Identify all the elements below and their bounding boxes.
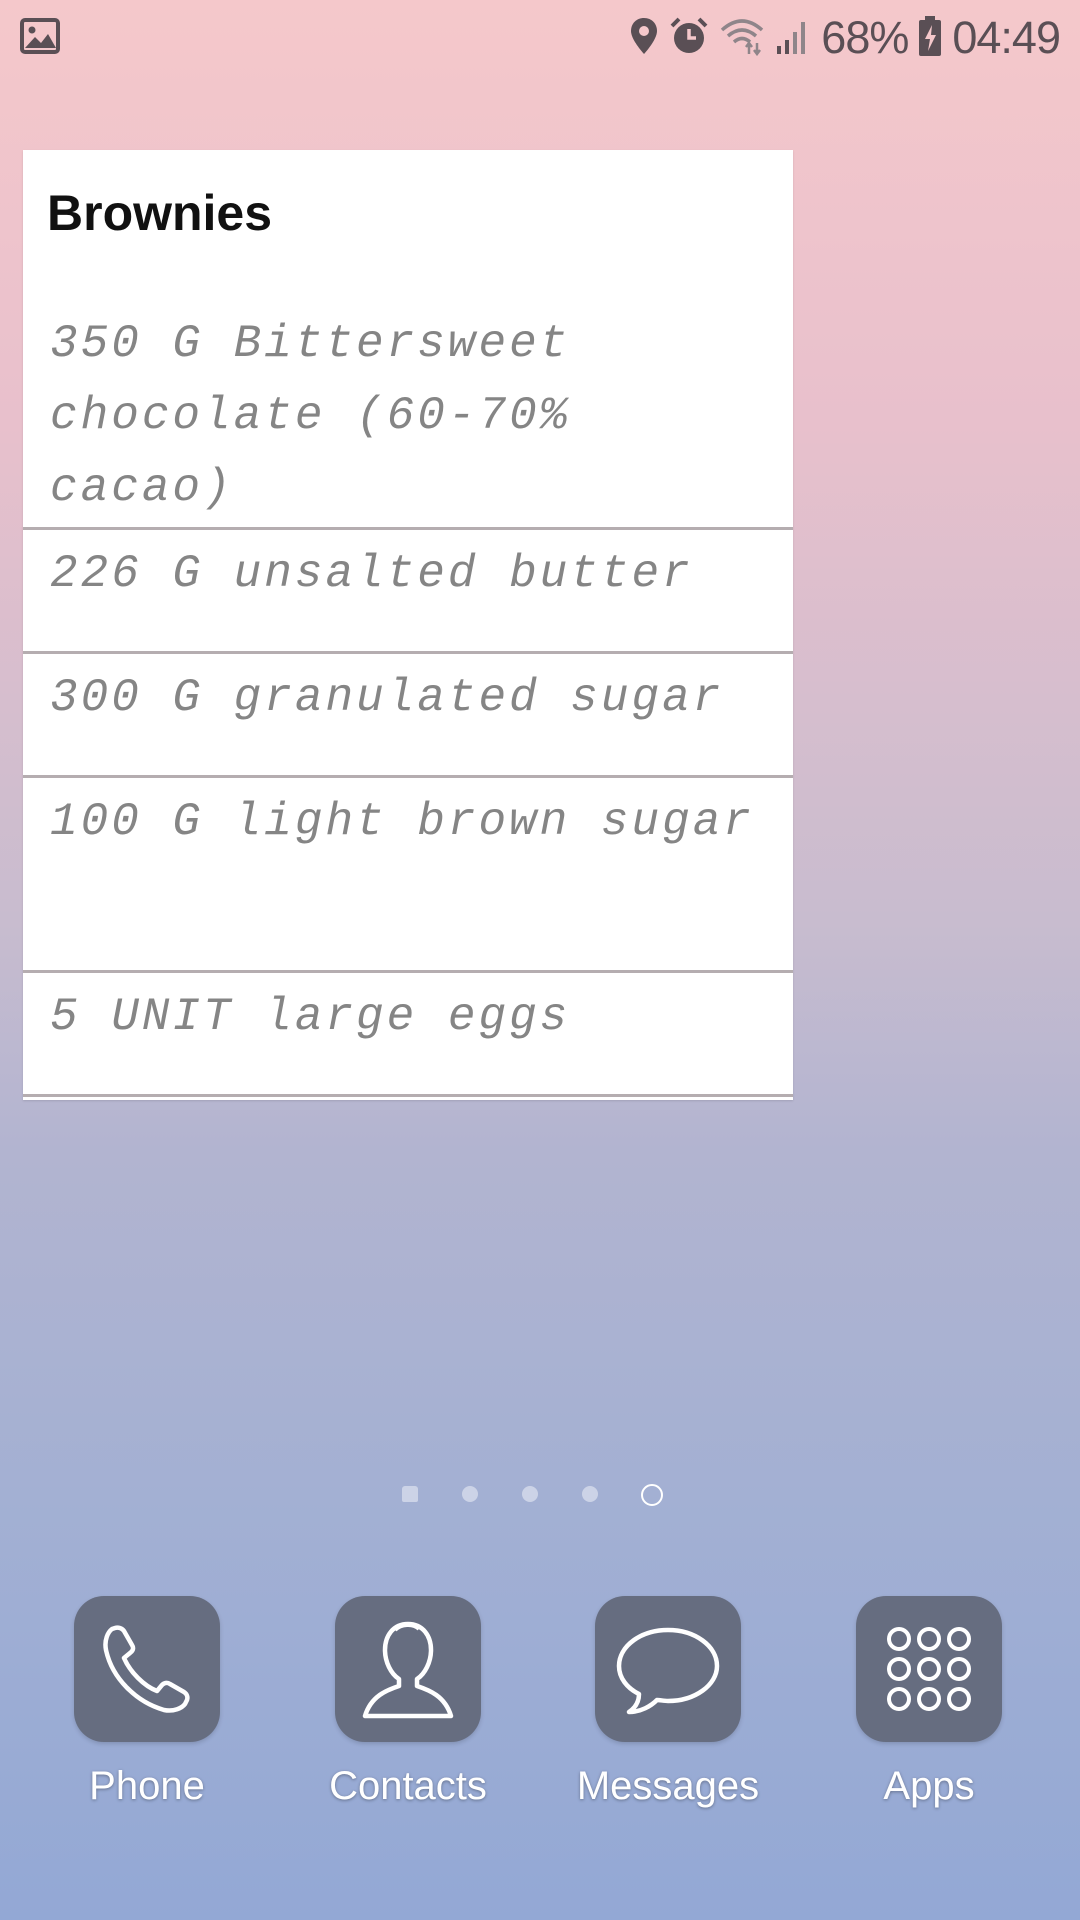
messages-icon[interactable]: [595, 1596, 741, 1742]
page-dot[interactable]: [582, 1486, 598, 1502]
recipe-title: Brownies: [47, 185, 273, 241]
dock-label: Apps: [883, 1764, 975, 1808]
page-dot[interactable]: [522, 1486, 538, 1502]
ingredient-item[interactable]: 350 G Bittersweet chocolate (60-70% caca…: [23, 300, 793, 530]
clock: 04:49: [952, 12, 1061, 63]
status-icons: 68% 04:49: [629, 12, 1061, 64]
dock-app-phone[interactable]: Phone: [47, 1596, 247, 1809]
dock-app-contacts[interactable]: Contacts: [308, 1596, 508, 1809]
ingredient-list: 350 G Bittersweet chocolate (60-70% caca…: [23, 300, 793, 1097]
page-dot-home[interactable]: [402, 1486, 418, 1502]
dock-label: Contacts: [329, 1764, 487, 1808]
phone-icon[interactable]: [74, 1596, 220, 1742]
dock: Phone Contacts Messages Apps: [0, 1596, 1080, 1826]
ingredient-item[interactable]: 100 G light brown sugar: [23, 778, 793, 973]
contacts-icon[interactable]: [335, 1596, 481, 1742]
gallery-notification-icon: [20, 18, 60, 54]
dock-app-apps[interactable]: Apps: [829, 1596, 1029, 1809]
page-dot-active[interactable]: [641, 1484, 663, 1506]
alarm-icon: [669, 16, 709, 61]
dock-app-messages[interactable]: Messages: [568, 1596, 768, 1809]
signal-icon: [775, 16, 811, 61]
dock-label: Phone: [89, 1764, 205, 1808]
battery-charging-icon: [918, 15, 942, 62]
ingredient-item[interactable]: 300 G granulated sugar: [23, 654, 793, 778]
apps-grid-icon[interactable]: [856, 1596, 1002, 1742]
dock-label: Messages: [576, 1764, 760, 1808]
status-bar: 68% 04:49: [0, 0, 1080, 74]
ingredient-item[interactable]: 5 UNIT large eggs: [23, 973, 793, 1097]
battery-percent: 68%: [821, 12, 909, 63]
page-indicator[interactable]: [402, 1482, 682, 1506]
page-dot[interactable]: [462, 1486, 478, 1502]
recipe-widget[interactable]: Brownies 350 G Bittersweet chocolate (60…: [23, 150, 793, 1100]
location-icon: [629, 16, 659, 61]
ingredient-item[interactable]: 226 G unsalted butter: [23, 530, 793, 654]
wifi-icon: [719, 16, 765, 61]
